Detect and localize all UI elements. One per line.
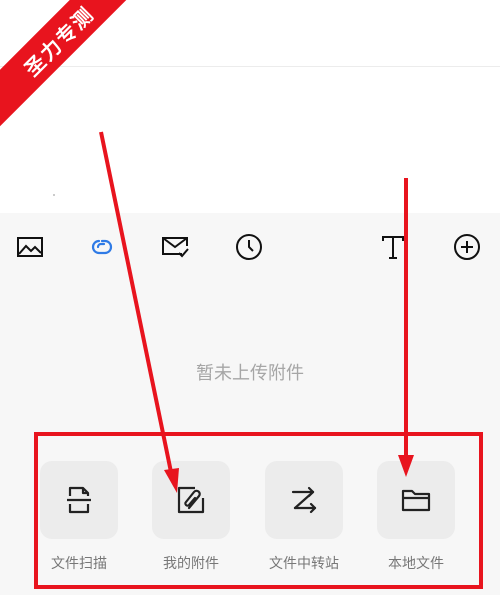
mail-check-icon: [162, 237, 189, 258]
text-format-button[interactable]: [377, 231, 409, 263]
compose-toolbar: [0, 213, 500, 281]
add-button[interactable]: [451, 231, 483, 263]
add-circle-icon: [454, 234, 480, 260]
text-cursor: [53, 194, 55, 196]
link-icon: [91, 239, 113, 255]
image-button[interactable]: [14, 231, 46, 263]
annotation-highlight-box: [34, 432, 483, 589]
link-button[interactable]: [86, 231, 118, 263]
image-icon: [17, 237, 43, 257]
text-format-icon: [382, 236, 404, 259]
schedule-button[interactable]: [233, 231, 265, 263]
divider: [0, 66, 500, 67]
mail-check-button[interactable]: [159, 231, 191, 263]
empty-attachments-text: 暂未上传附件: [196, 363, 304, 384]
clock-icon: [236, 234, 262, 260]
